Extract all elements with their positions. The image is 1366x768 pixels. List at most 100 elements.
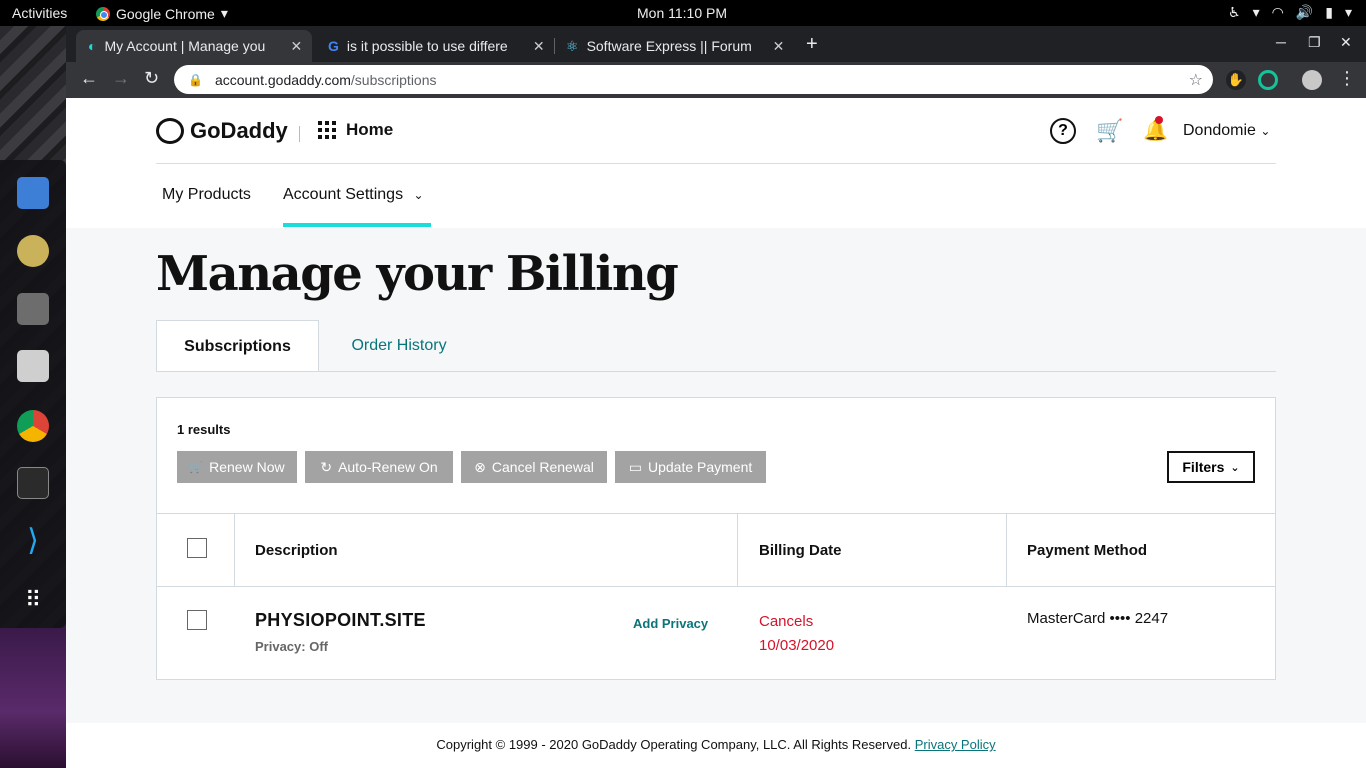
- site-header: GoDaddy Home ? 🛒 🔔 Dondomie ⌄ My Product…: [66, 98, 1366, 228]
- renew-now-label: Renew Now: [209, 459, 285, 475]
- close-icon[interactable]: ✕: [533, 38, 545, 55]
- tab-title: is it possible to use differe: [346, 38, 508, 54]
- grammarly-extension-icon[interactable]: [1258, 70, 1278, 90]
- camera-app-icon[interactable]: [17, 293, 49, 325]
- app-menu-label: Google Chrome: [116, 5, 215, 22]
- back-icon[interactable]: ←: [80, 68, 98, 89]
- profile-avatar-icon[interactable]: [1302, 70, 1322, 90]
- home-label: Home: [346, 120, 394, 139]
- react-favicon-icon: ⚛: [566, 37, 579, 54]
- lock-icon: 🔒: [188, 72, 203, 87]
- privacy-policy-link[interactable]: Privacy Policy: [915, 737, 996, 752]
- column-divider: [234, 514, 235, 586]
- browser-tab[interactable]: ◐ My Account | Manage you ✕: [76, 30, 312, 62]
- godaddy-logo-icon: [156, 118, 184, 144]
- system-tray[interactable]: ♿ ▾ ◠ 🔊 ▮ ▾: [1228, 4, 1352, 21]
- add-privacy-link[interactable]: Add Privacy: [633, 616, 708, 631]
- auto-renew-button[interactable]: ↻ Auto-Renew On: [305, 451, 453, 483]
- url-path: /subscriptions: [350, 71, 437, 88]
- column-divider: [1006, 514, 1007, 586]
- godaddy-logo[interactable]: GoDaddy: [156, 118, 288, 144]
- os-top-bar: Activities Google Chrome ▾ Mon 11:10 PM …: [0, 0, 1366, 26]
- user-name: Dondomie: [1183, 122, 1256, 139]
- browser-toolbar: ← → ↻ 🔒 account.godaddy.com/subscription…: [66, 62, 1366, 98]
- accessibility-icon[interactable]: ♿: [1228, 4, 1241, 21]
- browser-menu-icon[interactable]: ⋮: [1338, 68, 1356, 89]
- tab-strip: ◐ My Account | Manage you ✕ G is it poss…: [66, 26, 1366, 62]
- header-description[interactable]: Description: [255, 542, 338, 559]
- page-title: Manage your Billing: [156, 246, 679, 302]
- cancel-renewal-label: Cancel Renewal: [491, 459, 594, 475]
- filters-button[interactable]: Filters ⌄: [1167, 451, 1255, 483]
- close-window-icon[interactable]: ✕: [1340, 34, 1352, 51]
- header-billing-date[interactable]: Billing Date: [759, 542, 842, 559]
- user-menu[interactable]: Dondomie ⌄: [1183, 122, 1270, 140]
- select-all-checkbox[interactable]: [187, 538, 207, 558]
- renew-now-button[interactable]: 🛒 Renew Now: [177, 451, 297, 483]
- auto-renew-label: Auto-Renew On: [338, 459, 438, 475]
- site-footer: Copyright © 1999 - 2020 GoDaddy Operatin…: [66, 723, 1366, 768]
- tab-subscriptions[interactable]: Subscriptions: [156, 320, 319, 372]
- update-payment-button[interactable]: ▭ Update Payment: [615, 451, 766, 483]
- page-content: GoDaddy Home ? 🛒 🔔 Dondomie ⌄ My Product…: [66, 98, 1366, 768]
- close-icon[interactable]: ✕: [290, 38, 302, 55]
- terminal-app-icon[interactable]: [17, 467, 49, 499]
- battery-icon: ▮: [1325, 4, 1333, 20]
- domain-name: PHYSIOPOINT.SITE: [255, 610, 426, 630]
- reload-icon[interactable]: ↻: [144, 68, 159, 89]
- home-link[interactable]: Home: [318, 120, 393, 140]
- nav-account-settings[interactable]: Account Settings ⌄: [283, 186, 424, 204]
- divider: [299, 126, 300, 142]
- caret-down-icon: ▾: [220, 5, 228, 21]
- cancel-renewal-button[interactable]: ⊗ Cancel Renewal: [461, 451, 607, 483]
- close-icon[interactable]: ✕: [773, 38, 785, 55]
- chevron-down-icon: ⌄: [1260, 124, 1271, 138]
- app-grid-icon: [318, 121, 336, 139]
- header-rule: [156, 163, 1276, 164]
- row-checkbox[interactable]: [187, 610, 207, 630]
- activities-button[interactable]: Activities: [12, 5, 67, 21]
- minimize-icon[interactable]: ─: [1276, 34, 1286, 50]
- vscode-app-icon[interactable]: ⟩: [17, 525, 49, 557]
- extension-icon[interactable]: ✋: [1226, 70, 1246, 90]
- maximize-icon[interactable]: ❐: [1308, 34, 1321, 51]
- caret-down-icon: ▾: [1344, 4, 1352, 20]
- show-apps-icon[interactable]: ⠿: [17, 584, 49, 616]
- tab-title: Software Express || Forum: [586, 38, 752, 54]
- tabs-rule: [156, 371, 1276, 372]
- cart-icon[interactable]: 🛒: [1096, 118, 1123, 144]
- new-tab-button[interactable]: +: [806, 33, 818, 56]
- help-icon[interactable]: ?: [1050, 118, 1076, 144]
- google-favicon-icon: G: [328, 38, 339, 54]
- tab-order-history[interactable]: Order History: [319, 320, 479, 372]
- browser-tab[interactable]: G is it possible to use differe ✕: [316, 30, 552, 62]
- privacy-status: Privacy: Off: [255, 639, 328, 654]
- speaker-app-icon[interactable]: [17, 235, 49, 267]
- wifi-icon: ◠: [1271, 4, 1284, 20]
- cancel-circle-icon: ⊗: [474, 458, 486, 475]
- browser-tab[interactable]: ⚛ Software Express || Forum ✕: [554, 30, 790, 62]
- table-header: Description Billing Date Payment Method: [157, 513, 1275, 587]
- chat-app-icon[interactable]: [17, 177, 49, 209]
- app-menu[interactable]: Google Chrome ▾: [96, 5, 228, 22]
- files-app-icon[interactable]: [17, 350, 49, 382]
- results-count: 1 results: [177, 422, 231, 437]
- payment-method: MasterCard •••• 2247: [1027, 610, 1169, 627]
- update-payment-label: Update Payment: [647, 459, 753, 475]
- logo-text: GoDaddy: [190, 118, 288, 143]
- header-payment-method[interactable]: Payment Method: [1027, 542, 1147, 559]
- active-nav-indicator: [283, 223, 431, 227]
- subscriptions-panel: 1 results 🛒 Renew Now ↻ Auto-Renew On ⊗ …: [156, 397, 1276, 680]
- billing-date: 10/03/2020: [759, 637, 835, 654]
- godaddy-favicon-icon: ◐: [88, 38, 97, 54]
- nav-my-products[interactable]: My Products: [162, 186, 251, 204]
- bookmark-star-icon[interactable]: ☆: [1189, 70, 1203, 90]
- chrome-app-icon[interactable]: [17, 410, 49, 442]
- clock[interactable]: Mon 11:10 PM: [637, 5, 727, 21]
- forward-icon[interactable]: →: [112, 68, 130, 89]
- column-divider: [737, 514, 738, 586]
- notification-dot: [1155, 116, 1163, 124]
- address-bar[interactable]: 🔒 account.godaddy.com/subscriptions ☆: [174, 65, 1213, 94]
- cart-icon: 🛒: [189, 461, 204, 474]
- browser-window: ◐ My Account | Manage you ✕ G is it poss…: [66, 26, 1366, 768]
